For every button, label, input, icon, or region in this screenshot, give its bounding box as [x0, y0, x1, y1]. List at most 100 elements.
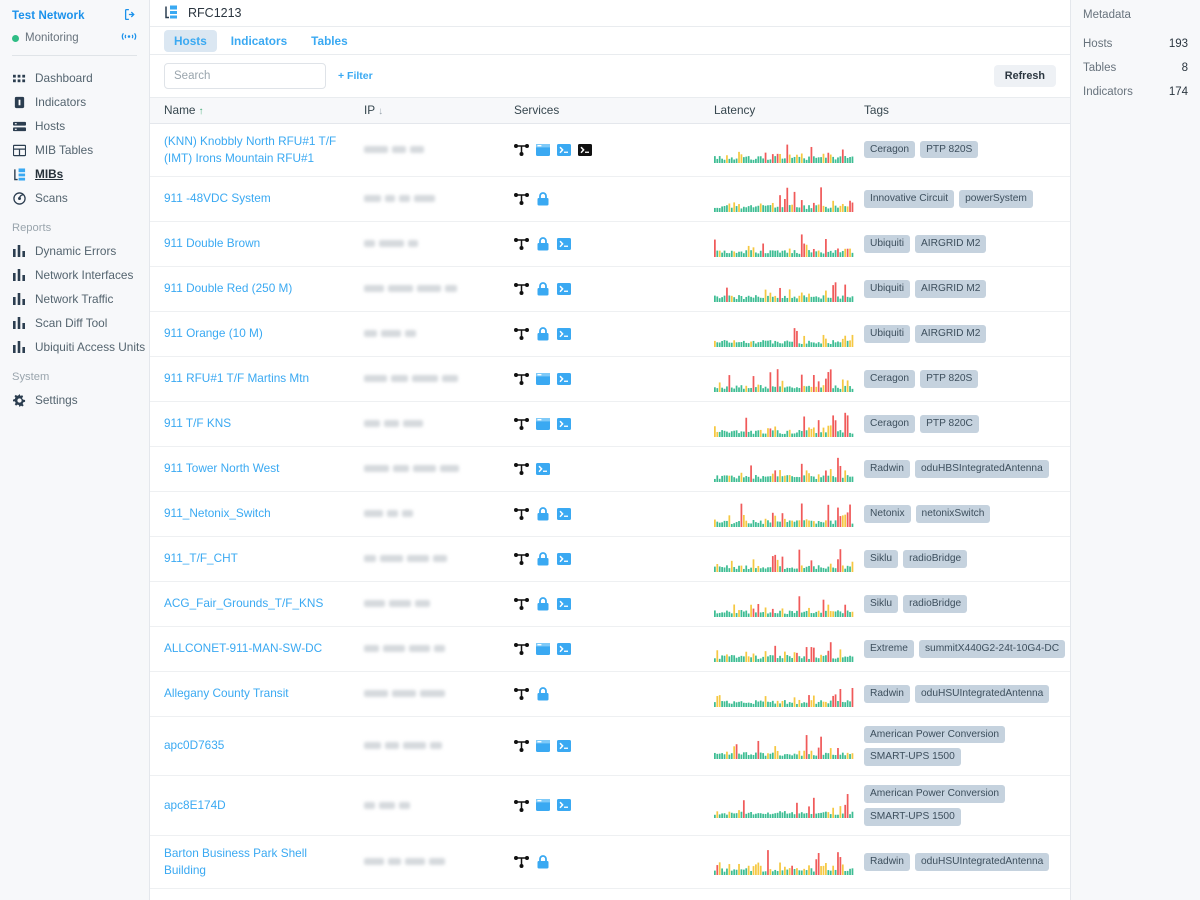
host-link[interactable]: Barton Business Park Shell Building	[164, 846, 307, 877]
network-icon[interactable]	[514, 596, 529, 611]
tag-chip[interactable]: oduHSUIntegratedAntenna	[914, 852, 1050, 871]
terminal-blue-icon[interactable]	[556, 738, 571, 753]
table-row[interactable]: ALLCONET-911-MAN-SW-DC Extreme summitX440G…	[150, 626, 1070, 672]
network-icon[interactable]	[514, 371, 529, 386]
tag-chip[interactable]: Siklu	[864, 594, 899, 613]
window-icon[interactable]	[535, 798, 550, 813]
terminal-blue-icon[interactable]	[556, 506, 571, 521]
network-icon[interactable]	[514, 798, 529, 813]
terminal-black-icon[interactable]	[577, 142, 592, 157]
host-link[interactable]: 911_Netonix_Switch	[164, 506, 271, 520]
table-row[interactable]: Allegany County Transit Radwin oduHSUInteg…	[150, 671, 1070, 717]
network-icon[interactable]	[514, 641, 529, 656]
tag-chip[interactable]: oduHSUIntegratedAntenna	[914, 684, 1050, 703]
tag-chip[interactable]: Radwin	[864, 852, 910, 871]
sidebar-item-scan-diff-tool[interactable]: Scan Diff Tool	[10, 311, 139, 335]
host-link[interactable]: 911 Tower North West	[164, 461, 279, 475]
tag-chip[interactable]: PTP 820S	[920, 140, 979, 159]
host-link[interactable]: 911 Double Brown	[164, 236, 260, 250]
host-link[interactable]: (KNN) Knobbly North RFU#1 T/F (IMT) Iron…	[164, 134, 336, 165]
table-row[interactable]: Barton Business Park Shell Building Radwi…	[150, 835, 1070, 889]
host-link[interactable]: 911_T/F_CHT	[164, 551, 238, 565]
tag-chip[interactable]: AIRGRID M2	[914, 234, 987, 253]
tag-chip[interactable]: AIRGRID M2	[914, 324, 987, 343]
lock-icon[interactable]	[535, 686, 550, 701]
host-link[interactable]: 911 RFU#1 T/F Martins Mtn	[164, 371, 309, 385]
host-link[interactable]: ACG_Fair_Grounds_T/F_KNS	[164, 596, 323, 610]
lock-icon[interactable]	[535, 596, 550, 611]
tag-chip[interactable]: powerSystem	[959, 189, 1033, 208]
window-icon[interactable]	[535, 142, 550, 157]
terminal-blue-icon[interactable]	[556, 326, 571, 341]
network-icon[interactable]	[514, 281, 529, 296]
network-icon[interactable]	[514, 326, 529, 341]
tag-chip[interactable]: SMART-UPS 1500	[864, 807, 961, 826]
sidebar-item-network-traffic[interactable]: Network Traffic	[10, 287, 139, 311]
table-row[interactable]: 911 RFU#1 T/F Martins Mtn Ceragon PTP 820S	[150, 356, 1070, 402]
network-icon[interactable]	[514, 854, 529, 869]
network-icon[interactable]	[514, 416, 529, 431]
tag-chip[interactable]: Innovative Circuit	[864, 189, 955, 208]
search-input[interactable]	[164, 63, 326, 89]
tag-chip[interactable]: summitX440G2-24t-10G4-DC	[918, 639, 1066, 658]
sidebar-item-mibs[interactable]: MIBs	[10, 162, 139, 186]
tag-chip[interactable]: Ubiquiti	[864, 279, 910, 298]
table-row[interactable]: 911 Tower North West Radwin oduHBSIntegrat…	[150, 446, 1070, 492]
tag-chip[interactable]: AIRGRID M2	[914, 279, 987, 298]
tag-chip[interactable]: oduHBSIntegratedAntenna	[914, 459, 1049, 478]
host-link[interactable]: Allegany County Transit	[164, 686, 289, 700]
terminal-blue-icon[interactable]	[556, 236, 571, 251]
lock-icon[interactable]	[535, 236, 550, 251]
host-link[interactable]: apc8E174D	[164, 798, 226, 812]
lock-icon[interactable]	[535, 191, 550, 206]
sidebar-item-indicators[interactable]: Indicators	[10, 90, 139, 114]
tag-chip[interactable]: Ubiquiti	[864, 324, 910, 343]
table-row[interactable]: (KNN) Knobbly North RFU#1 T/F (IMT) Iron…	[150, 123, 1070, 177]
host-link[interactable]: 911 -48VDC System	[164, 191, 271, 205]
tag-chip[interactable]: Ceragon	[864, 140, 916, 159]
table-row[interactable]: apc8E174D American Power Conversion SMART-…	[150, 775, 1070, 836]
network-icon[interactable]	[514, 236, 529, 251]
tag-chip[interactable]: Ubiquiti	[864, 234, 910, 253]
column-header-latency[interactable]: Latency	[700, 98, 850, 124]
tag-chip[interactable]: radioBridge	[903, 594, 968, 613]
tag-chip[interactable]: PTP 820C	[920, 414, 979, 433]
table-row[interactable]: 911 Double Red (250 M) Ubiquiti AIRGRID M2	[150, 266, 1070, 312]
sidebar-item-ubiquiti-access-units[interactable]: Ubiquiti Access Units	[10, 335, 145, 359]
network-icon[interactable]	[514, 686, 529, 701]
sidebar-item-mib-tables[interactable]: MIB Tables	[10, 138, 139, 162]
network-icon[interactable]	[514, 142, 529, 157]
signal-icon[interactable]	[121, 31, 137, 45]
host-link[interactable]: 911 Double Red (250 M)	[164, 281, 292, 295]
lock-icon[interactable]	[535, 326, 550, 341]
tag-chip[interactable]: Radwin	[864, 459, 910, 478]
terminal-blue-icon[interactable]	[556, 798, 571, 813]
table-row[interactable]: 911_T/F_CHT Siklu radioBridge	[150, 536, 1070, 582]
tag-chip[interactable]: Radwin	[864, 684, 910, 703]
column-header-tags[interactable]: Tags	[850, 98, 1070, 124]
tag-chip[interactable]: American Power Conversion	[864, 725, 1006, 744]
tag-chip[interactable]: Ceragon	[864, 369, 916, 388]
tag-chip[interactable]: radioBridge	[903, 549, 968, 568]
lock-icon[interactable]	[535, 854, 550, 869]
sidebar-item-dynamic-errors[interactable]: Dynamic Errors	[10, 239, 139, 263]
host-link[interactable]: ALLCONET-911-MAN-SW-DC	[164, 641, 322, 655]
network-icon[interactable]	[514, 461, 529, 476]
terminal-blue-icon[interactable]	[556, 281, 571, 296]
column-header-name[interactable]: Name ↑	[150, 98, 350, 124]
sidebar-item-hosts[interactable]: Hosts	[10, 114, 139, 138]
sidebar-item-settings[interactable]: Settings	[10, 388, 139, 412]
column-header-services[interactable]: Services	[500, 98, 700, 124]
tag-chip[interactable]: PTP 820S	[920, 369, 979, 388]
sidebar-item-scans[interactable]: Scans	[10, 186, 139, 210]
network-icon[interactable]	[514, 738, 529, 753]
tag-chip[interactable]: Extreme	[864, 639, 914, 658]
terminal-blue-icon[interactable]	[556, 641, 571, 656]
host-link[interactable]: apc0D7635	[164, 738, 224, 752]
network-icon[interactable]	[514, 551, 529, 566]
tag-chip[interactable]: Netonix	[864, 504, 911, 523]
tag-chip[interactable]: SMART-UPS 1500	[864, 748, 961, 767]
table-row[interactable]: 911 -48VDC System Innovative Circuit power…	[150, 176, 1070, 222]
refresh-button[interactable]: Refresh	[993, 65, 1056, 87]
column-header-ip[interactable]: IP ↓	[350, 98, 500, 124]
